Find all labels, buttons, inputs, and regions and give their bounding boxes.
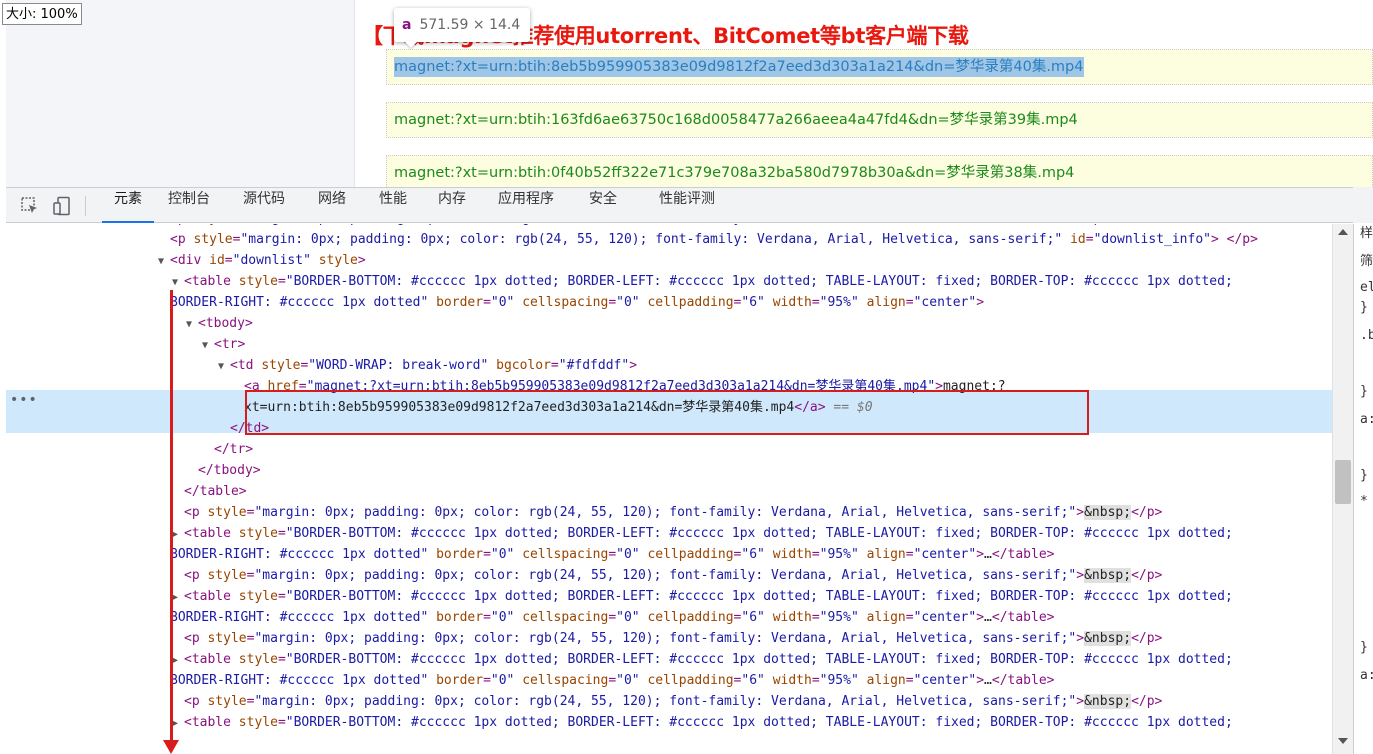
dom-node-close[interactable]: </tr>: [214, 439, 253, 460]
annotation-arrow-line: [170, 290, 173, 742]
dom-node-table[interactable]: ▶ <table style="BORDER-BOTTOM: #cccccc 1p…: [172, 712, 1233, 733]
inspect-element-icon[interactable]: [20, 196, 40, 216]
styles-rule-fragment: el: [1360, 280, 1373, 295]
styles-rule-fragment: }: [1360, 300, 1368, 315]
page-left-column: [6, 0, 355, 187]
dom-node-table[interactable]: BORDER-RIGHT: #cccccc 1px dotted" border…: [170, 292, 984, 313]
tab-lighthouse[interactable]: 性能评测: [659, 188, 715, 223]
zoom-level-badge: 大小: 100%: [2, 3, 82, 25]
element-size-tooltip: a 571.59 × 14.4: [394, 8, 530, 42]
magnet-link-row[interactable]: magnet:?xt=urn:btih:163fd6ae63750c168d00…: [386, 102, 1373, 138]
styles-pane: 样筛 el} .b} a:} *} a:: [1353, 224, 1373, 754]
device-toolbar-icon[interactable]: [52, 196, 72, 216]
devtools-toolbar: 元素 控制台 源代码 网络 性能 内存 应用程序 安全 性能评测: [6, 187, 1373, 223]
magnet-link-row[interactable]: magnet:?xt=urn:btih:8eb5b959905383e09d98…: [386, 49, 1373, 85]
styles-rule-fragment: 样: [1360, 226, 1373, 241]
tooltip-dimensions: 571.59 × 14.4: [419, 17, 521, 33]
tab-performance[interactable]: 性能: [379, 188, 407, 223]
styles-pane-header: [1353, 187, 1373, 223]
styles-rule-fragment: }: [1360, 384, 1368, 399]
dom-tree-scrollbar[interactable]: [1332, 224, 1353, 754]
styles-rule-fragment: .b: [1360, 328, 1373, 343]
dom-node-table[interactable]: ▼ <table style="BORDER-BOTTOM: #cccccc 1p…: [172, 271, 1233, 292]
dom-node-p[interactable]: <p style="margin: 0px; padding: 0px; col…: [184, 502, 1162, 523]
dom-node-table[interactable]: BORDER-RIGHT: #cccccc 1px dotted" border…: [170, 607, 1055, 628]
magnet-link[interactable]: magnet:?xt=urn:btih:8eb5b959905383e09d98…: [394, 57, 1084, 77]
tooltip-tag: a: [402, 17, 412, 33]
tab-network[interactable]: 网络: [318, 188, 346, 223]
scroll-up-icon[interactable]: [1338, 229, 1348, 235]
dom-node-close[interactable]: </table>: [184, 481, 247, 502]
tab-sources[interactable]: 源代码: [243, 188, 285, 223]
toolbar-divider: [85, 196, 86, 216]
dom-node-close[interactable]: </tbody>: [198, 460, 261, 481]
dom-node-table[interactable]: ▶ <table style="BORDER-BOTTOM: #cccccc 1p…: [172, 649, 1233, 670]
dom-node-p[interactable]: <p style="margin: 0px; padding: 0px; col…: [184, 628, 1162, 649]
dom-node-tbody[interactable]: ▼ <tbody>: [186, 313, 253, 334]
magnet-link-row[interactable]: magnet:?xt=urn:btih:0f40b52ff322e71c379e…: [386, 155, 1373, 187]
dom-node-td[interactable]: ▼ <td style="WORD-WRAP: break-word" bgcol…: [218, 355, 637, 376]
styles-rule-fragment: }: [1360, 468, 1368, 483]
annotation-arrow-head: [163, 740, 179, 754]
scroll-down-icon[interactable]: [1338, 738, 1348, 744]
dom-tree: ••• ▶<p style="margin: 0px; padding: 0px…: [6, 224, 1332, 754]
dom-node-tr[interactable]: ▼ <tr>: [202, 334, 245, 355]
tab-application[interactable]: 应用程序: [498, 188, 554, 223]
magnet-link[interactable]: magnet:?xt=urn:btih:0f40b52ff322e71c379e…: [394, 165, 1074, 181]
scrollbar-thumb[interactable]: [1335, 460, 1351, 504]
annotation-highlight-box: [245, 390, 1089, 435]
tooltip-arrow: [404, 41, 418, 48]
tab-console[interactable]: 控制台: [168, 188, 210, 223]
dom-node-p[interactable]: <p style="margin: 0px; padding: 0px; col…: [184, 691, 1162, 712]
styles-rule-fragment: a:: [1360, 412, 1373, 427]
styles-rule-fragment: }: [1360, 640, 1368, 655]
dom-node-table[interactable]: ▶ <table style="BORDER-BOTTOM: #cccccc 1p…: [172, 523, 1233, 544]
styles-rule-fragment: 筛: [1360, 254, 1373, 269]
web-page-viewport: 大小: 100% 【下载magnet推荐使用utorrent、BitComet等…: [0, 0, 1373, 187]
dom-node-p[interactable]: <p style="margin: 0px; padding: 0px; col…: [184, 565, 1162, 586]
dom-node-table[interactable]: BORDER-RIGHT: #cccccc 1px dotted" border…: [170, 544, 1055, 565]
dom-node-table[interactable]: ▶ <table style="BORDER-BOTTOM: #cccccc 1p…: [172, 586, 1233, 607]
tab-elements[interactable]: 元素: [102, 188, 154, 223]
tab-security[interactable]: 安全: [589, 188, 617, 223]
styles-rule-fragment: a:: [1360, 668, 1373, 683]
dom-node-p[interactable]: <p style="margin: 0px; padding: 0px; col…: [170, 229, 1258, 250]
devtools-panel: 元素 控制台 源代码 网络 性能 内存 应用程序 安全 性能评测 ••• ▶<p…: [0, 187, 1373, 754]
dom-node-table[interactable]: BORDER-RIGHT: #cccccc 1px dotted" border…: [170, 670, 1055, 691]
dom-node-div[interactable]: ▼ <div id="downlist" style>: [158, 250, 366, 271]
magnet-link[interactable]: magnet:?xt=urn:btih:163fd6ae63750c168d00…: [394, 112, 1078, 128]
more-actions-icon[interactable]: •••: [10, 392, 38, 408]
tab-memory[interactable]: 内存: [438, 188, 466, 223]
styles-rule-fragment: *: [1360, 494, 1368, 509]
